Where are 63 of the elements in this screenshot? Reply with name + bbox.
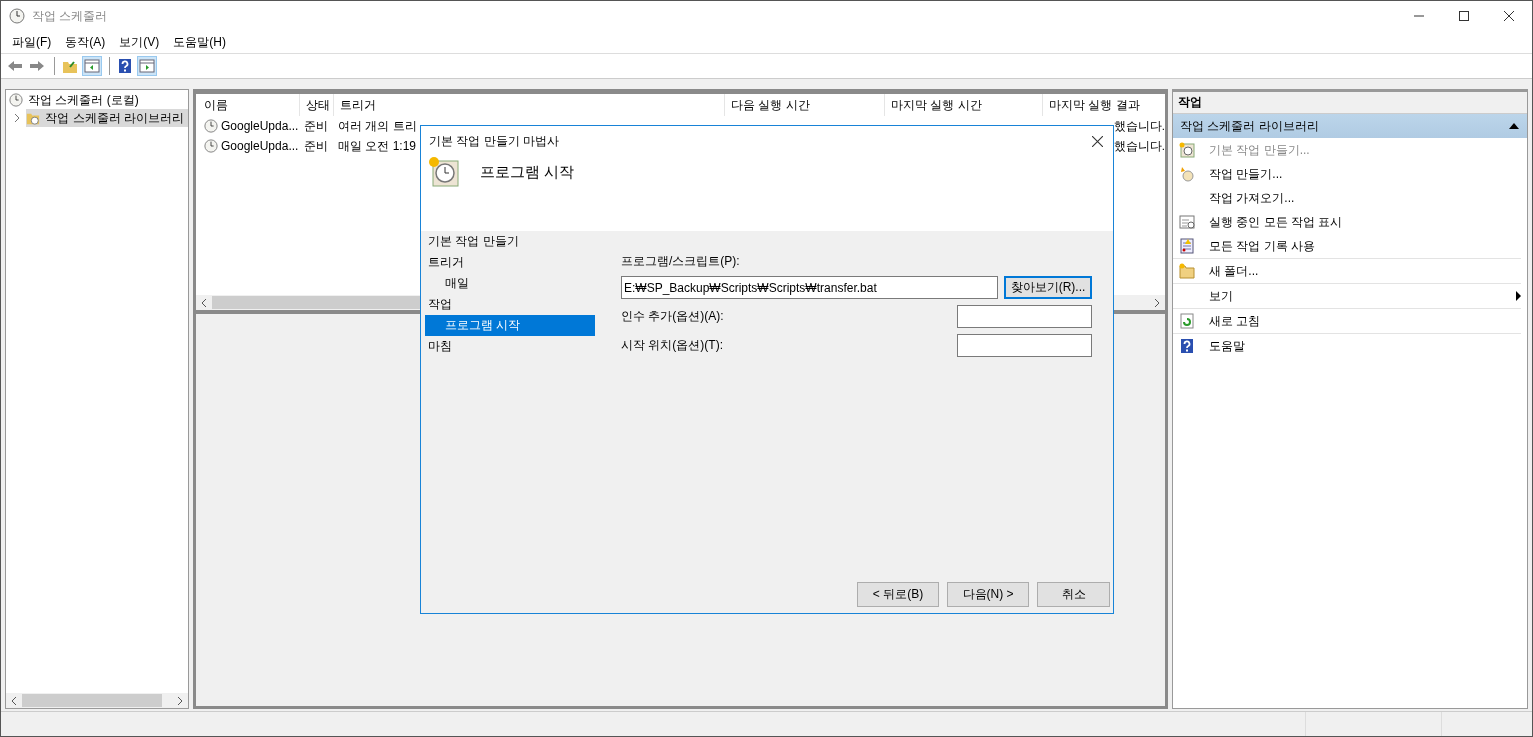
- table-cell-text: 했습니다.: [1113, 118, 1165, 134]
- action-item[interactable]: 새로 고침: [1173, 309, 1521, 334]
- dialog-title: 기본 작업 만들기 마법사: [429, 132, 560, 150]
- step-item[interactable]: 작업: [425, 294, 595, 315]
- action-item[interactable]: 도움말: [1173, 334, 1521, 358]
- browse-button[interactable]: 찾아보기(R)...: [1004, 276, 1092, 299]
- input-field[interactable]: [957, 334, 1092, 357]
- collapse-triangle-icon[interactable]: [1509, 123, 1519, 129]
- tree-item[interactable]: 작업 스케줄러 라이브러리: [26, 109, 188, 127]
- action-item[interactable]: 작업 가져오기...: [1173, 186, 1521, 210]
- maximize-icon[interactable]: [1459, 11, 1469, 21]
- window-title: 작업 스케줄러: [32, 7, 108, 25]
- tree-item[interactable]: 작업 스케줄러 (로컬): [6, 91, 188, 109]
- submenu-arrow-icon: [1516, 291, 1521, 301]
- dialog-button[interactable]: 다음(N) >: [947, 582, 1029, 607]
- field-label: 인수 추가(옵션)(A):: [621, 308, 724, 325]
- table-cell-text: 매일 오전 1:19: [337, 137, 417, 155]
- action-item[interactable]: 실행 중인 모든 작업 표시: [1173, 210, 1521, 234]
- close-icon[interactable]: [1504, 11, 1514, 21]
- refresh-icon: [1179, 313, 1195, 329]
- page-heading: 프로그램 시작: [480, 162, 575, 182]
- action-item[interactable]: 보기: [1173, 284, 1521, 309]
- menu-item[interactable]: 보기(V): [112, 33, 167, 51]
- table-cell-text: 했습니다.: [1113, 138, 1165, 154]
- pane-icon[interactable]: [137, 56, 157, 76]
- section-header[interactable]: 작업 스케줄러 라이브러리: [1173, 114, 1527, 138]
- input-field[interactable]: E:₩SP_Backup₩Scripts₩Scripts₩transfer.bat: [621, 276, 998, 299]
- input-field[interactable]: [957, 305, 1092, 328]
- table-cell-text: 준비: [303, 137, 329, 155]
- field-label: 시작 위치(옵션)(T):: [621, 337, 723, 354]
- column-header[interactable]: 마지막 실행 시간: [885, 94, 1043, 116]
- menu-item[interactable]: 도움말(H): [166, 33, 233, 51]
- column-header[interactable]: 상태: [300, 94, 334, 116]
- dialog-button[interactable]: < 뒤로(B): [857, 582, 939, 607]
- step-item[interactable]: 기본 작업 만들기: [425, 231, 595, 252]
- column-header[interactable]: 트리거: [334, 94, 725, 116]
- help-icon: [1179, 338, 1195, 354]
- action-item[interactable]: 작업 만들기...: [1173, 162, 1521, 186]
- menu-item[interactable]: 동작(A): [58, 33, 113, 51]
- dialog-button[interactable]: 취소: [1037, 582, 1110, 607]
- folder-icon: [1179, 263, 1195, 279]
- action-item[interactable]: 새 폴더...: [1173, 259, 1521, 284]
- step-item[interactable]: 마침: [425, 336, 595, 357]
- column-header[interactable]: 마지막 실행 결과: [1043, 94, 1161, 116]
- table-cell-text: GoogleUpda...: [221, 118, 298, 135]
- step-item[interactable]: 매일: [425, 273, 595, 294]
- menu-item[interactable]: 파일(F): [5, 33, 59, 51]
- table-cell-text: GoogleUpda...: [221, 138, 298, 155]
- notebook-icon: [1179, 238, 1195, 254]
- step-item[interactable]: 프로그램 시작: [425, 315, 595, 336]
- action-item[interactable]: 모든 작업 기록 사용: [1173, 234, 1521, 259]
- close-icon[interactable]: [1092, 135, 1103, 147]
- step-item[interactable]: 트리거: [425, 252, 595, 273]
- table-cell-text: 준비: [303, 117, 329, 135]
- window-clock-icon: [1179, 214, 1195, 230]
- column-header[interactable]: 이름: [198, 94, 300, 116]
- folder-icon: [26, 111, 41, 125]
- panel-title: 작업: [1173, 92, 1527, 114]
- field-label: 프로그램/스크립트(P):: [621, 253, 741, 270]
- scrollbar[interactable]: [6, 693, 188, 708]
- pane-icon[interactable]: [82, 56, 102, 76]
- column-header[interactable]: 다음 실행 시간: [725, 94, 885, 116]
- table-cell-text: 여러 개의 트리: [337, 117, 417, 135]
